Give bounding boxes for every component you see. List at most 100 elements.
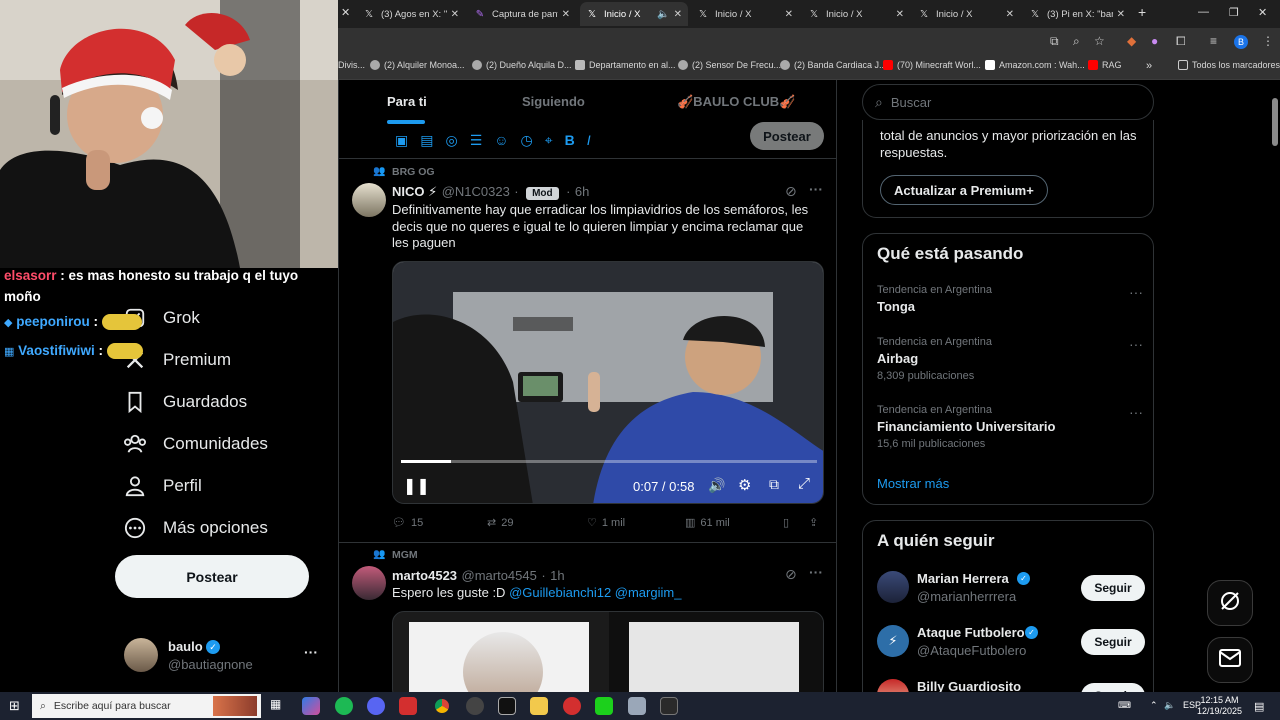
settings-icon[interactable]: ⚙ — [738, 476, 751, 494]
nav-item-mas-opciones[interactable]: Más opciones — [122, 515, 268, 541]
shield-icon[interactable] — [628, 697, 646, 715]
search-input[interactable]: ⌕ Buscar — [862, 84, 1154, 120]
tweet-author[interactable]: NICO ⚡ — [392, 184, 437, 199]
close-icon[interactable]: ✕ — [1006, 9, 1014, 20]
profile-avatar[interactable]: B — [1234, 35, 1248, 49]
maximize-icon[interactable]: ❐ — [1229, 6, 1239, 19]
tweet-more-icon[interactable]: ··· — [809, 564, 823, 580]
avatar[interactable] — [877, 679, 909, 692]
gif-icon[interactable]: ▤ — [420, 132, 433, 149]
close-icon[interactable]: ✕ — [674, 9, 682, 20]
poll-icon[interactable]: ☰ — [470, 132, 483, 149]
cast-icon[interactable]: ⧉ — [1050, 34, 1059, 49]
trend-more-icon[interactable]: ··· — [1129, 284, 1143, 300]
avatar[interactable] — [352, 183, 386, 217]
notifications-icon[interactable]: ▤ — [1254, 700, 1264, 713]
scrollbar-thumb[interactable] — [1272, 98, 1278, 146]
tweet-handle[interactable]: @N1C0323 — [442, 184, 510, 199]
follow-button[interactable]: Seguir — [1081, 575, 1145, 601]
browser-tab[interactable]: 𝕏(3) Agos en X: "@✕ — [357, 2, 465, 26]
tab-baulo-club[interactable]: 🎻BAULO CLUB🎻 — [677, 94, 795, 110]
tweet[interactable]: 👥 BRG OG NICO ⚡ @N1C0323 · Mod · 6h ⊘ ··… — [339, 160, 836, 542]
window-close-icon[interactable]: ✕ — [1258, 6, 1267, 19]
tab-para-ti[interactable]: Para ti — [387, 94, 427, 109]
task-view-icon[interactable]: ▦ — [270, 697, 288, 715]
account-switcher[interactable]: baulo ✓ @bautiagnone ··· — [124, 638, 324, 678]
bold-icon[interactable]: B — [565, 132, 575, 148]
volume-icon[interactable]: 🔊 — [708, 477, 725, 494]
avatar[interactable]: ⚡ — [877, 625, 909, 657]
tweet-time[interactable]: 6h — [575, 184, 589, 199]
video-player[interactable]: ❚❚ 0:07 / 0:58 🔊 ⚙ ⧉ ⤢ — [392, 261, 824, 504]
fullscreen-icon[interactable]: ⤢ — [798, 475, 810, 492]
bookmark-item[interactable]: (2) Alquiler Monoa... — [370, 60, 465, 70]
show-more-link[interactable]: Mostrar más — [877, 476, 949, 491]
clock[interactable]: 12:15 AM 12/19/2025 — [1197, 695, 1242, 717]
bookmark-item[interactable]: (2) Banda Cardiaca J... — [780, 60, 887, 70]
bookmark-icon[interactable]: ▯ — [783, 516, 789, 529]
bookmark-item[interactable]: (2) Sensor De Frecu... — [678, 60, 781, 70]
like-button[interactable]: ♡ 1 mil — [587, 516, 625, 530]
avatar[interactable] — [877, 571, 909, 603]
nav-item-perfil[interactable]: Perfil — [122, 473, 202, 499]
nav-item-comunidades[interactable]: Comunidades — [122, 431, 268, 457]
emoji-icon[interactable]: ☺ — [494, 132, 508, 148]
star-icon[interactable]: ☆ — [1094, 34, 1105, 48]
tweet-community[interactable]: BRG OG — [392, 166, 435, 178]
tweet-time[interactable]: 1h — [550, 568, 564, 583]
browser-tab[interactable]: 𝕏(3) Pi en X: "bana✕ — [1023, 2, 1131, 26]
tweet-handle[interactable]: @marto4545 — [462, 568, 537, 583]
browser-tab[interactable]: 𝕏 Inicio / X ✕ — [802, 2, 910, 26]
tab-siguiendo[interactable]: Siguiendo — [522, 94, 585, 109]
grok-icon[interactable]: ⊘ — [785, 183, 797, 200]
browser-tab[interactable]: ✎Captura de pantalla✕ — [468, 2, 576, 26]
views-button[interactable]: ▥ 61 mil — [685, 516, 730, 530]
tweet-author[interactable]: marto4523 — [392, 568, 457, 583]
bookmarks-overflow-icon[interactable]: » — [1146, 60, 1152, 72]
repost-button[interactable]: ⇄ 29 — [487, 516, 513, 530]
messages-fab[interactable] — [1207, 637, 1253, 683]
avatar[interactable] — [352, 566, 386, 600]
bookmark-item[interactable]: Departamento en al... — [575, 60, 676, 70]
follow-button[interactable]: Seguir — [1081, 683, 1145, 692]
follow-suggestion[interactable]: Marian Herrera ✓ @marianherrrera Seguir — [877, 569, 1145, 609]
share-icon[interactable]: ⇪ — [809, 516, 818, 529]
game-icon[interactable] — [399, 697, 417, 715]
grok-icon[interactable]: ⊘ — [785, 566, 797, 583]
spotify-icon[interactable] — [335, 697, 353, 715]
chrome-icon[interactable] — [433, 697, 451, 715]
trend-more-icon[interactable]: ··· — [1129, 404, 1143, 420]
obs-icon[interactable] — [466, 697, 484, 715]
windows-start-icon[interactable]: ⊞ — [9, 698, 20, 714]
grok-icon[interactable]: ◎ — [445, 132, 457, 149]
tweet-image[interactable] — [392, 611, 824, 692]
account-more-icon[interactable]: ··· — [304, 644, 318, 660]
pip-icon[interactable]: ⧉ — [769, 476, 779, 493]
follow-suggestion[interactable]: Billy Guardiosito Seguir — [877, 677, 1145, 692]
chevron-up-icon[interactable]: ⌃ — [1150, 700, 1158, 711]
new-tab-icon[interactable]: + — [1138, 4, 1146, 20]
close-icon[interactable]: ✕ — [562, 9, 570, 20]
extension-icon[interactable]: ● — [1151, 34, 1158, 48]
video-progress-track[interactable] — [401, 460, 817, 463]
all-bookmarks[interactable]: Todos los marcadores — [1178, 60, 1280, 70]
browser-tab-active[interactable]: 𝕏 Inicio / X 🔈 ✕ — [580, 2, 688, 26]
post-button[interactable]: Postear — [115, 555, 309, 598]
pause-icon[interactable]: ❚❚ — [403, 476, 430, 496]
close-icon[interactable]: ✕ — [1117, 9, 1125, 20]
tab-close-icon[interactable]: ✕ — [341, 6, 350, 19]
volume-icon[interactable]: 🔈 — [1164, 700, 1175, 711]
bookmark-item[interactable]: Amazon.com : Wah... — [985, 60, 1085, 70]
copilot-icon[interactable] — [302, 697, 320, 715]
trend-item[interactable]: Tendencia en Argentina Tonga ··· — [877, 284, 1145, 314]
follow-suggestion[interactable]: ⚡ Ataque Futbolero ✓ @AtaqueFutbolero Se… — [877, 623, 1145, 663]
reply-button[interactable]: 💬︎ 15 — [392, 516, 423, 530]
capcut-icon[interactable] — [498, 697, 516, 715]
schedule-icon[interactable]: ◷ — [521, 132, 533, 149]
bookmark-item[interactable]: Divis... — [338, 60, 365, 70]
location-icon[interactable]: ⌖ — [545, 132, 553, 149]
discord-icon[interactable] — [367, 697, 385, 715]
close-icon[interactable]: ✕ — [451, 9, 459, 20]
grok-fab[interactable] — [1207, 580, 1253, 626]
tweet[interactable]: 👥 MGM marto4523 @marto4545 · 1h ⊘ ··· Es… — [339, 544, 836, 692]
